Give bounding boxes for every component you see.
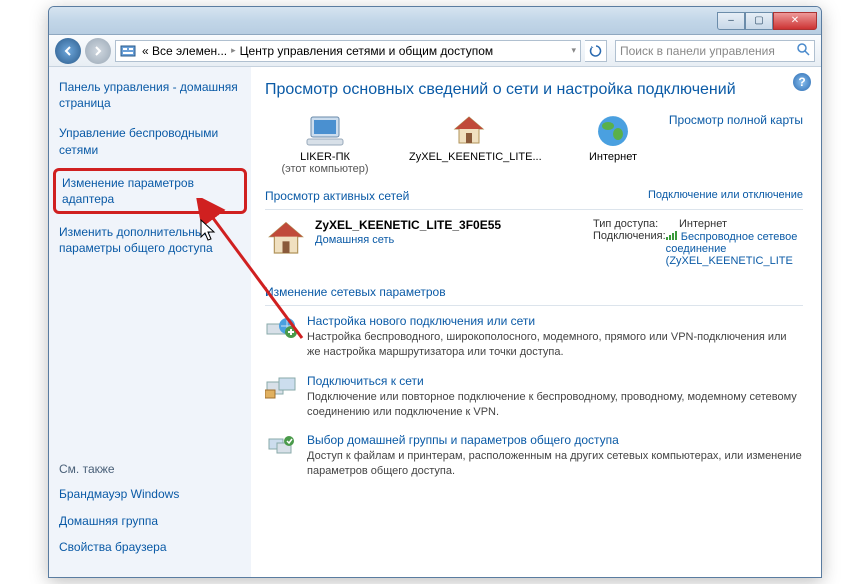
task-desc: Подключение или повторное подключение к … bbox=[307, 390, 803, 420]
sidebar-item-advanced-sharing[interactable]: Изменить дополнительные параметры общего… bbox=[59, 224, 241, 256]
globe-icon bbox=[553, 113, 673, 149]
map-node-router[interactable]: ZyXEL_KEENETIC_LITE... bbox=[409, 113, 529, 163]
internet-name: Интернет bbox=[553, 151, 673, 163]
setup-connection-icon bbox=[265, 314, 297, 340]
task-desc: Настройка беспроводного, широкополосного… bbox=[307, 330, 803, 360]
task-title[interactable]: Подключиться к сети bbox=[307, 374, 803, 388]
wifi-signal-icon bbox=[666, 230, 678, 240]
network-map: Просмотр полной карты LIKER-ПК (этот ком… bbox=[265, 113, 803, 175]
task-setup-connection[interactable]: Настройка нового подключения или сети На… bbox=[265, 314, 803, 360]
active-networks-title: Просмотр активных сетей Подключение или … bbox=[265, 189, 803, 203]
task-title[interactable]: Настройка нового подключения или сети bbox=[307, 314, 803, 328]
help-icon[interactable]: ? bbox=[793, 73, 811, 91]
sidebar-item-adapter-settings[interactable]: Изменение параметров адаптера bbox=[62, 175, 238, 207]
map-node-computer[interactable]: LIKER-ПК (этот компьютер) bbox=[265, 113, 385, 175]
see-also-title: См. также bbox=[59, 462, 241, 476]
chevron-down-icon[interactable]: ▾ bbox=[571, 45, 576, 56]
maximize-button[interactable]: ▢ bbox=[745, 12, 773, 30]
sidebar: Панель управления - домашняя страница Уп… bbox=[49, 67, 251, 577]
connect-disconnect-link[interactable]: Подключение или отключение bbox=[648, 189, 803, 201]
minimize-button[interactable]: – bbox=[717, 12, 745, 30]
change-params-title: Изменение сетевых параметров bbox=[265, 285, 803, 299]
see-also-browser-props[interactable]: Свойства браузера bbox=[59, 539, 241, 555]
breadcrumb-current[interactable]: Центр управления сетями и общим доступом bbox=[236, 44, 498, 58]
back-button[interactable] bbox=[55, 38, 81, 64]
see-also-section: См. также Брандмауэр Windows Домашняя гр… bbox=[59, 402, 241, 565]
network-type-link[interactable]: Домашняя сеть bbox=[315, 234, 585, 246]
see-also-firewall[interactable]: Брандмауэр Windows bbox=[59, 486, 241, 502]
divider bbox=[265, 209, 803, 210]
main-content: ? Просмотр основных сведений о сети и на… bbox=[251, 67, 821, 577]
search-input[interactable]: Поиск в панели управления bbox=[615, 40, 815, 62]
house-icon bbox=[409, 113, 529, 149]
network-type-house-icon bbox=[265, 218, 307, 267]
see-also-homegroup[interactable]: Домашняя группа bbox=[59, 513, 241, 529]
view-full-map-link[interactable]: Просмотр полной карты bbox=[669, 113, 803, 127]
router-name: ZyXEL_KEENETIC_LITE... bbox=[409, 151, 529, 163]
address-breadcrumb[interactable]: « Все элемен... ▸ Центр управления сетям… bbox=[115, 40, 581, 62]
active-network-row: ZyXEL_KEENETIC_LITE_3F0E55 Домашняя сеть… bbox=[265, 218, 803, 267]
tasks-list: Настройка нового подключения или сети На… bbox=[265, 314, 803, 479]
connect-network-icon bbox=[265, 374, 297, 400]
navigation-bar: « Все элемен... ▸ Центр управления сетям… bbox=[49, 35, 821, 67]
control-panel-home-link[interactable]: Панель управления - домашняя страница bbox=[59, 79, 241, 111]
task-connect-network[interactable]: Подключиться к сети Подключение или повт… bbox=[265, 374, 803, 420]
highlight-annotation: Изменение параметров адаптера bbox=[53, 168, 247, 214]
network-name: ZyXEL_KEENETIC_LITE_3F0E55 bbox=[315, 218, 501, 232]
sidebar-item-wireless-networks[interactable]: Управление беспроводными сетями bbox=[59, 125, 241, 157]
task-title[interactable]: Выбор домашней группы и параметров общег… bbox=[307, 433, 803, 447]
search-icon bbox=[796, 42, 810, 59]
homegroup-icon bbox=[265, 433, 297, 459]
close-button[interactable]: ✕ bbox=[773, 12, 817, 30]
divider bbox=[265, 305, 803, 306]
access-type-label: Тип доступа: bbox=[593, 218, 679, 230]
window-frame: – ▢ ✕ « Все элемен... ▸ Центр управления… bbox=[48, 6, 822, 578]
task-homegroup-sharing[interactable]: Выбор домашней группы и параметров общег… bbox=[265, 433, 803, 479]
page-heading: Просмотр основных сведений о сети и наст… bbox=[265, 81, 803, 99]
connections-label: Подключения: bbox=[593, 230, 666, 267]
refresh-button[interactable] bbox=[585, 40, 607, 62]
forward-button[interactable] bbox=[85, 38, 111, 64]
computer-name: LIKER-ПК bbox=[265, 151, 385, 163]
control-panel-icon bbox=[120, 43, 136, 59]
breadcrumb-root[interactable]: « Все элемен... bbox=[138, 44, 231, 58]
task-desc: Доступ к файлам и принтерам, расположенн… bbox=[307, 449, 803, 479]
computer-sub: (этот компьютер) bbox=[265, 163, 385, 175]
access-type-value: Интернет bbox=[679, 218, 727, 230]
computer-icon bbox=[265, 113, 385, 149]
connection-link[interactable]: Беспроводное сетевое соединение(ZyXEL_KE… bbox=[666, 231, 798, 267]
search-placeholder: Поиск в панели управления bbox=[620, 44, 775, 58]
titlebar: – ▢ ✕ bbox=[49, 7, 821, 35]
map-node-internet[interactable]: Интернет bbox=[553, 113, 673, 163]
